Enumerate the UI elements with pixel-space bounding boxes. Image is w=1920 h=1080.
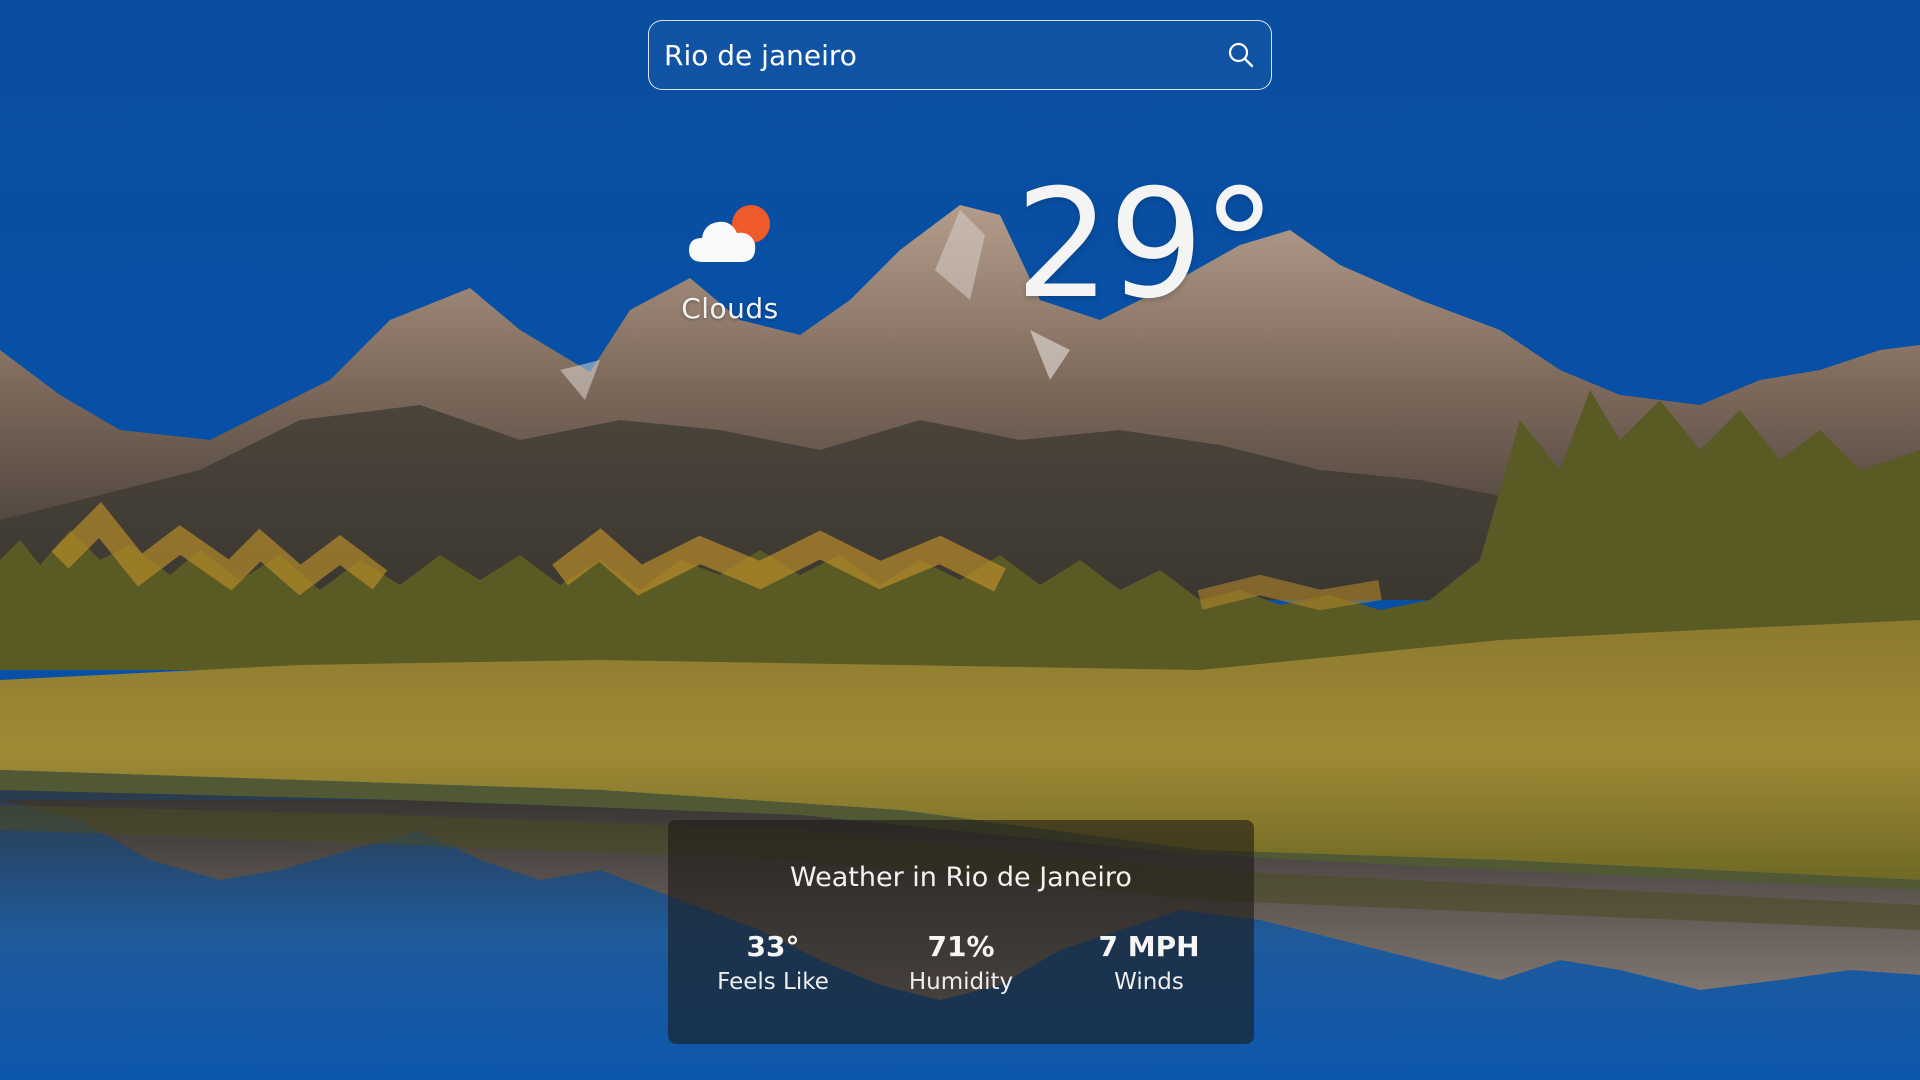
- cloud-sun-icon: [689, 205, 770, 262]
- winds-label: Winds: [1114, 969, 1184, 995]
- current-condition: Clouds: [675, 200, 785, 325]
- current-temperature: 29°: [1015, 158, 1277, 332]
- stats-row: 33° Feels Like 71% Humidity 7 MPH Winds: [668, 930, 1254, 995]
- stat-winds: 7 MPH Winds: [1069, 930, 1229, 995]
- winds-value: 7 MPH: [1098, 930, 1200, 963]
- weather-app: Clouds 29° Weather in Rio de Janeiro 33°…: [0, 0, 1920, 1080]
- search-input[interactable]: [649, 21, 1211, 89]
- search-bar: [648, 20, 1272, 90]
- details-title: Weather in Rio de Janeiro: [790, 862, 1132, 893]
- stat-humidity: 71% Humidity: [881, 930, 1041, 995]
- stat-feels-like: 33° Feels Like: [693, 930, 853, 995]
- feels-like-label: Feels Like: [717, 969, 829, 995]
- search-icon: [1228, 42, 1254, 68]
- weather-details-panel: Weather in Rio de Janeiro 33° Feels Like…: [668, 820, 1254, 1044]
- feels-like-value: 33°: [746, 930, 800, 963]
- search-button[interactable]: [1211, 21, 1271, 89]
- humidity-label: Humidity: [908, 969, 1014, 995]
- humidity-value: 71%: [927, 930, 995, 963]
- condition-label: Clouds: [681, 292, 779, 325]
